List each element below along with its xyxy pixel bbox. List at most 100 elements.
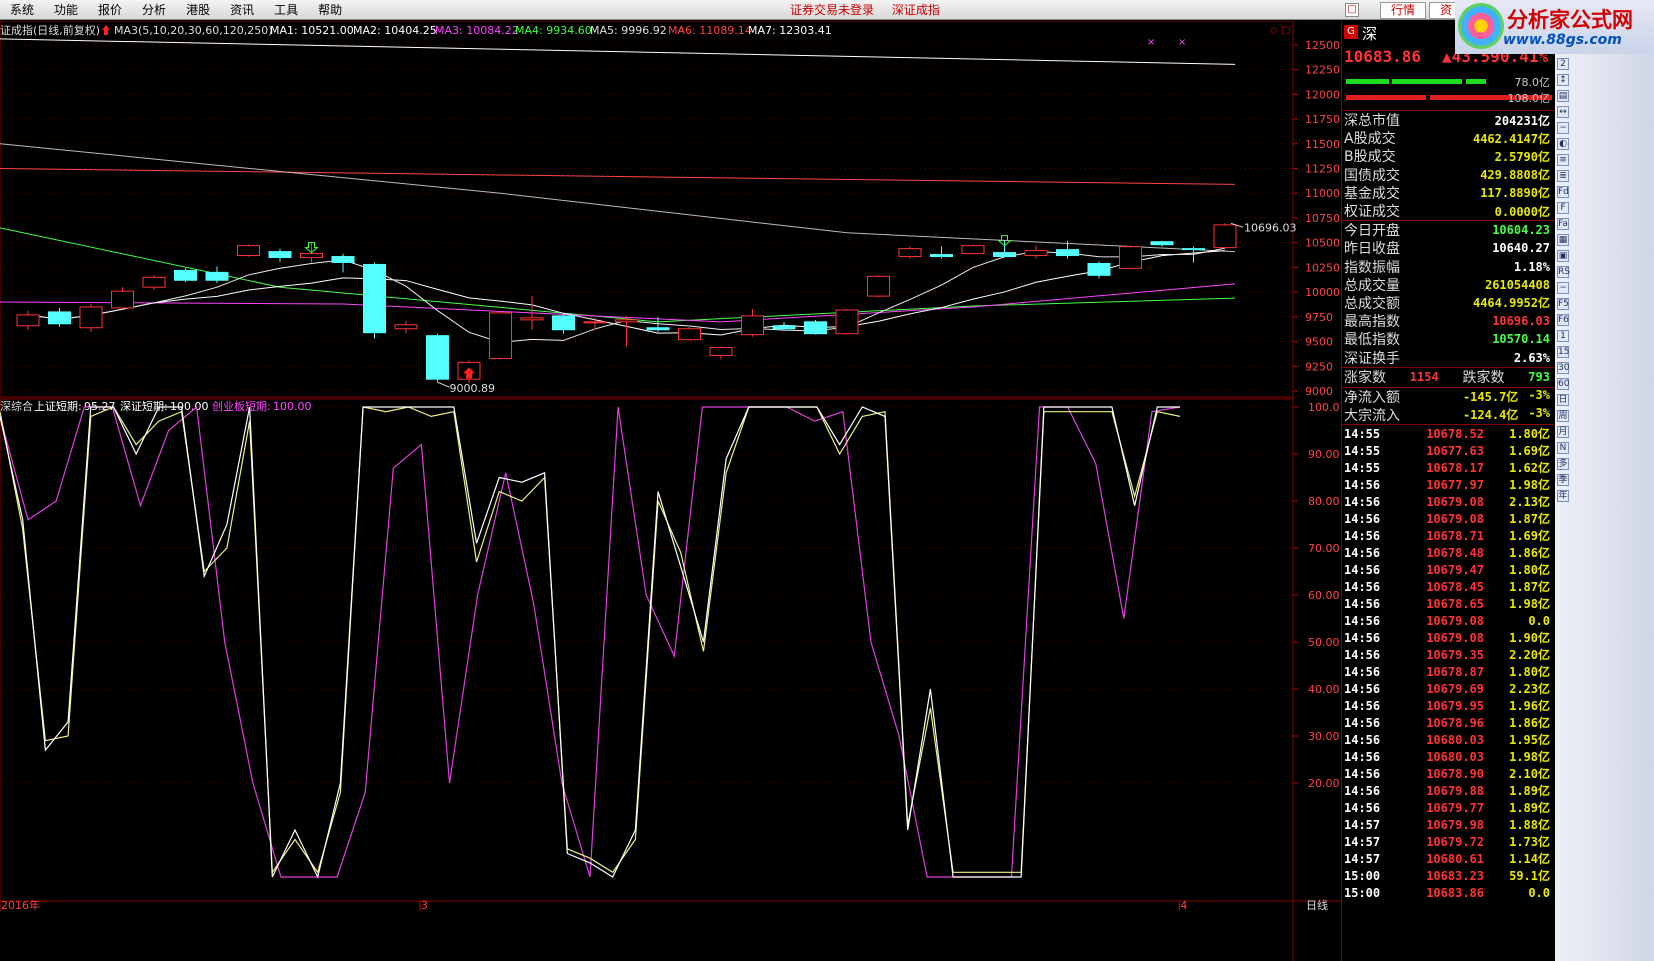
toolbar-button-8[interactable]: Fd: [1557, 186, 1569, 198]
menu-item-5[interactable]: 资讯: [220, 0, 264, 20]
menu-item-1[interactable]: 功能: [44, 0, 88, 20]
menu-item-4[interactable]: 港股: [176, 0, 220, 20]
menu-item-2[interactable]: 报价: [88, 0, 132, 20]
code-badge[interactable]: G: [1344, 25, 1358, 39]
tab-quotes[interactable]: 行情: [1380, 2, 1427, 19]
tick-row: 14:56 10678.65 1.98亿: [1342, 595, 1554, 612]
toolbar-button-16[interactable]: F6: [1557, 314, 1569, 326]
candle[interactable]: [678, 325, 701, 341]
candle[interactable]: [961, 244, 985, 255]
toolbar-button-18[interactable]: 15: [1557, 346, 1569, 358]
toolbar-button-13[interactable]: RS: [1557, 266, 1570, 278]
candle[interactable]: [552, 312, 575, 334]
toolbar-button-0[interactable]: 2: [1557, 58, 1569, 70]
price-tick-label: 10500: [1305, 237, 1340, 250]
candle[interactable]: [930, 246, 953, 259]
toolbar-button-4[interactable]: ~: [1557, 122, 1569, 134]
candle[interactable]: [489, 311, 512, 360]
candle[interactable]: [1150, 240, 1174, 247]
toolbar-button-23[interactable]: 月: [1557, 426, 1569, 438]
candle[interactable]: [111, 287, 134, 309]
candle[interactable]: [835, 308, 859, 335]
candle[interactable]: [268, 248, 292, 262]
buy-bar-3: [1466, 79, 1486, 84]
toolbar-button-19[interactable]: 30: [1557, 362, 1569, 374]
toolbar-button-11[interactable]: ▦: [1557, 234, 1569, 246]
toolbar-button-27[interactable]: 年: [1557, 490, 1569, 502]
trade-login-status[interactable]: 证券交易未登录: [790, 3, 874, 17]
osc-tick-label: 50.00: [1308, 636, 1340, 649]
restore-window-icon[interactable]: □: [1345, 3, 1359, 17]
index-info-panel: G 深 10683.86 ▲43.59 0.41% 78.0亿 108.0亿 深…: [1341, 21, 1554, 961]
flow-row: 净流入额 -145.7亿 -3%: [1342, 388, 1554, 406]
toolbar-button-6[interactable]: ≡: [1557, 154, 1569, 166]
candle[interactable]: [741, 308, 764, 337]
candle[interactable]: [709, 346, 733, 360]
candle[interactable]: [1213, 223, 1237, 249]
toolbar-button-15[interactable]: F5: [1557, 298, 1569, 310]
toolbar-button-9[interactable]: F: [1557, 202, 1569, 214]
period-label[interactable]: 日线: [1306, 898, 1328, 912]
candle[interactable]: [867, 275, 890, 298]
price-tick-label: 9750: [1305, 311, 1333, 324]
candle[interactable]: [174, 268, 197, 283]
candle[interactable]: [804, 319, 827, 335]
candle[interactable]: [142, 275, 166, 291]
candle[interactable]: [79, 304, 103, 332]
toolbar-button-17[interactable]: 1: [1557, 330, 1569, 342]
toolbar-button-22[interactable]: 周: [1557, 410, 1569, 422]
candle[interactable]: [331, 253, 355, 273]
tick-row: 14:56 10679.35 2.20亿: [1342, 646, 1554, 663]
candle[interactable]: [1119, 245, 1142, 270]
toolbar-button-3[interactable]: ↔: [1557, 106, 1569, 118]
toolbar-button-2[interactable]: ▤: [1557, 90, 1569, 102]
candle[interactable]: [237, 244, 260, 257]
ma-legend-3: MA3: 10084.22: [435, 24, 519, 37]
toolbar-button-20[interactable]: 60: [1557, 378, 1569, 390]
pane-close-icon[interactable]: □: [1281, 25, 1290, 36]
toolbar-button-21[interactable]: 日: [1557, 394, 1569, 406]
menu-item-3[interactable]: 分析: [132, 0, 176, 20]
candle-body: [16, 314, 40, 327]
candle[interactable]: [16, 310, 40, 330]
toolbar-button-1[interactable]: ↕: [1557, 74, 1569, 86]
candle[interactable]: [993, 240, 1016, 258]
toolbar-button-26[interactable]: 季: [1557, 474, 1569, 486]
flower-logo-icon: [1458, 3, 1504, 49]
tick-price: 10678.90: [1426, 766, 1484, 781]
candle[interactable]: [615, 315, 638, 347]
close-marker-icon[interactable]: ×: [1147, 37, 1155, 48]
toolbar-button-7[interactable]: ≣: [1557, 170, 1569, 182]
toolbar-button-12[interactable]: ▣: [1557, 250, 1569, 262]
menu-item-7[interactable]: 帮助: [308, 0, 352, 20]
menu-item-0[interactable]: 系统: [0, 0, 44, 20]
toolbar-button-14[interactable]: ~: [1557, 282, 1569, 294]
tick-volume: 2.23亿: [1509, 682, 1550, 696]
tick-volume: 0.0: [1528, 885, 1550, 900]
candle[interactable]: [898, 246, 922, 259]
candle[interactable]: [1024, 245, 1048, 259]
menu-item-6[interactable]: 工具: [264, 0, 308, 20]
toolbar-button-10[interactable]: Fa: [1557, 218, 1569, 230]
toolbar-button-25[interactable]: 多: [1557, 458, 1569, 470]
candle[interactable]: [363, 262, 386, 339]
toolbar-button-5[interactable]: ◐: [1557, 138, 1569, 150]
price-tick-label: 10000: [1305, 286, 1340, 299]
tick-list[interactable]: 14:55 10678.52 1.80亿 14:55 10677.63 1.69亿 14:5…: [1342, 425, 1554, 901]
toolbar-button-24[interactable]: N: [1557, 442, 1569, 454]
stat-row: 最高指数 10696.03: [1342, 312, 1554, 330]
buy-sell-bars: 78.0亿 108.0亿: [1342, 71, 1554, 111]
kline-chart-area[interactable]: 12500 12250 12000 11750 11500 11250 11000 10750…: [0, 21, 1341, 961]
tick-volume: 1.87亿: [1509, 580, 1550, 594]
menu-items: 系统 功能 报价 分析 港股 资讯 工具 帮助: [0, 0, 352, 20]
pane-switch-icon[interactable]: ◇: [1270, 25, 1278, 36]
candle[interactable]: [426, 333, 449, 383]
close-marker-icon[interactable]: ×: [1178, 37, 1186, 48]
candle-body: [1119, 246, 1142, 269]
candle[interactable]: [205, 266, 229, 284]
tick-time: 14:57: [1344, 817, 1381, 832]
candle[interactable]: [1087, 261, 1111, 279]
candle[interactable]: [48, 307, 71, 327]
candle[interactable]: [583, 317, 607, 330]
candle[interactable]: [394, 320, 418, 334]
